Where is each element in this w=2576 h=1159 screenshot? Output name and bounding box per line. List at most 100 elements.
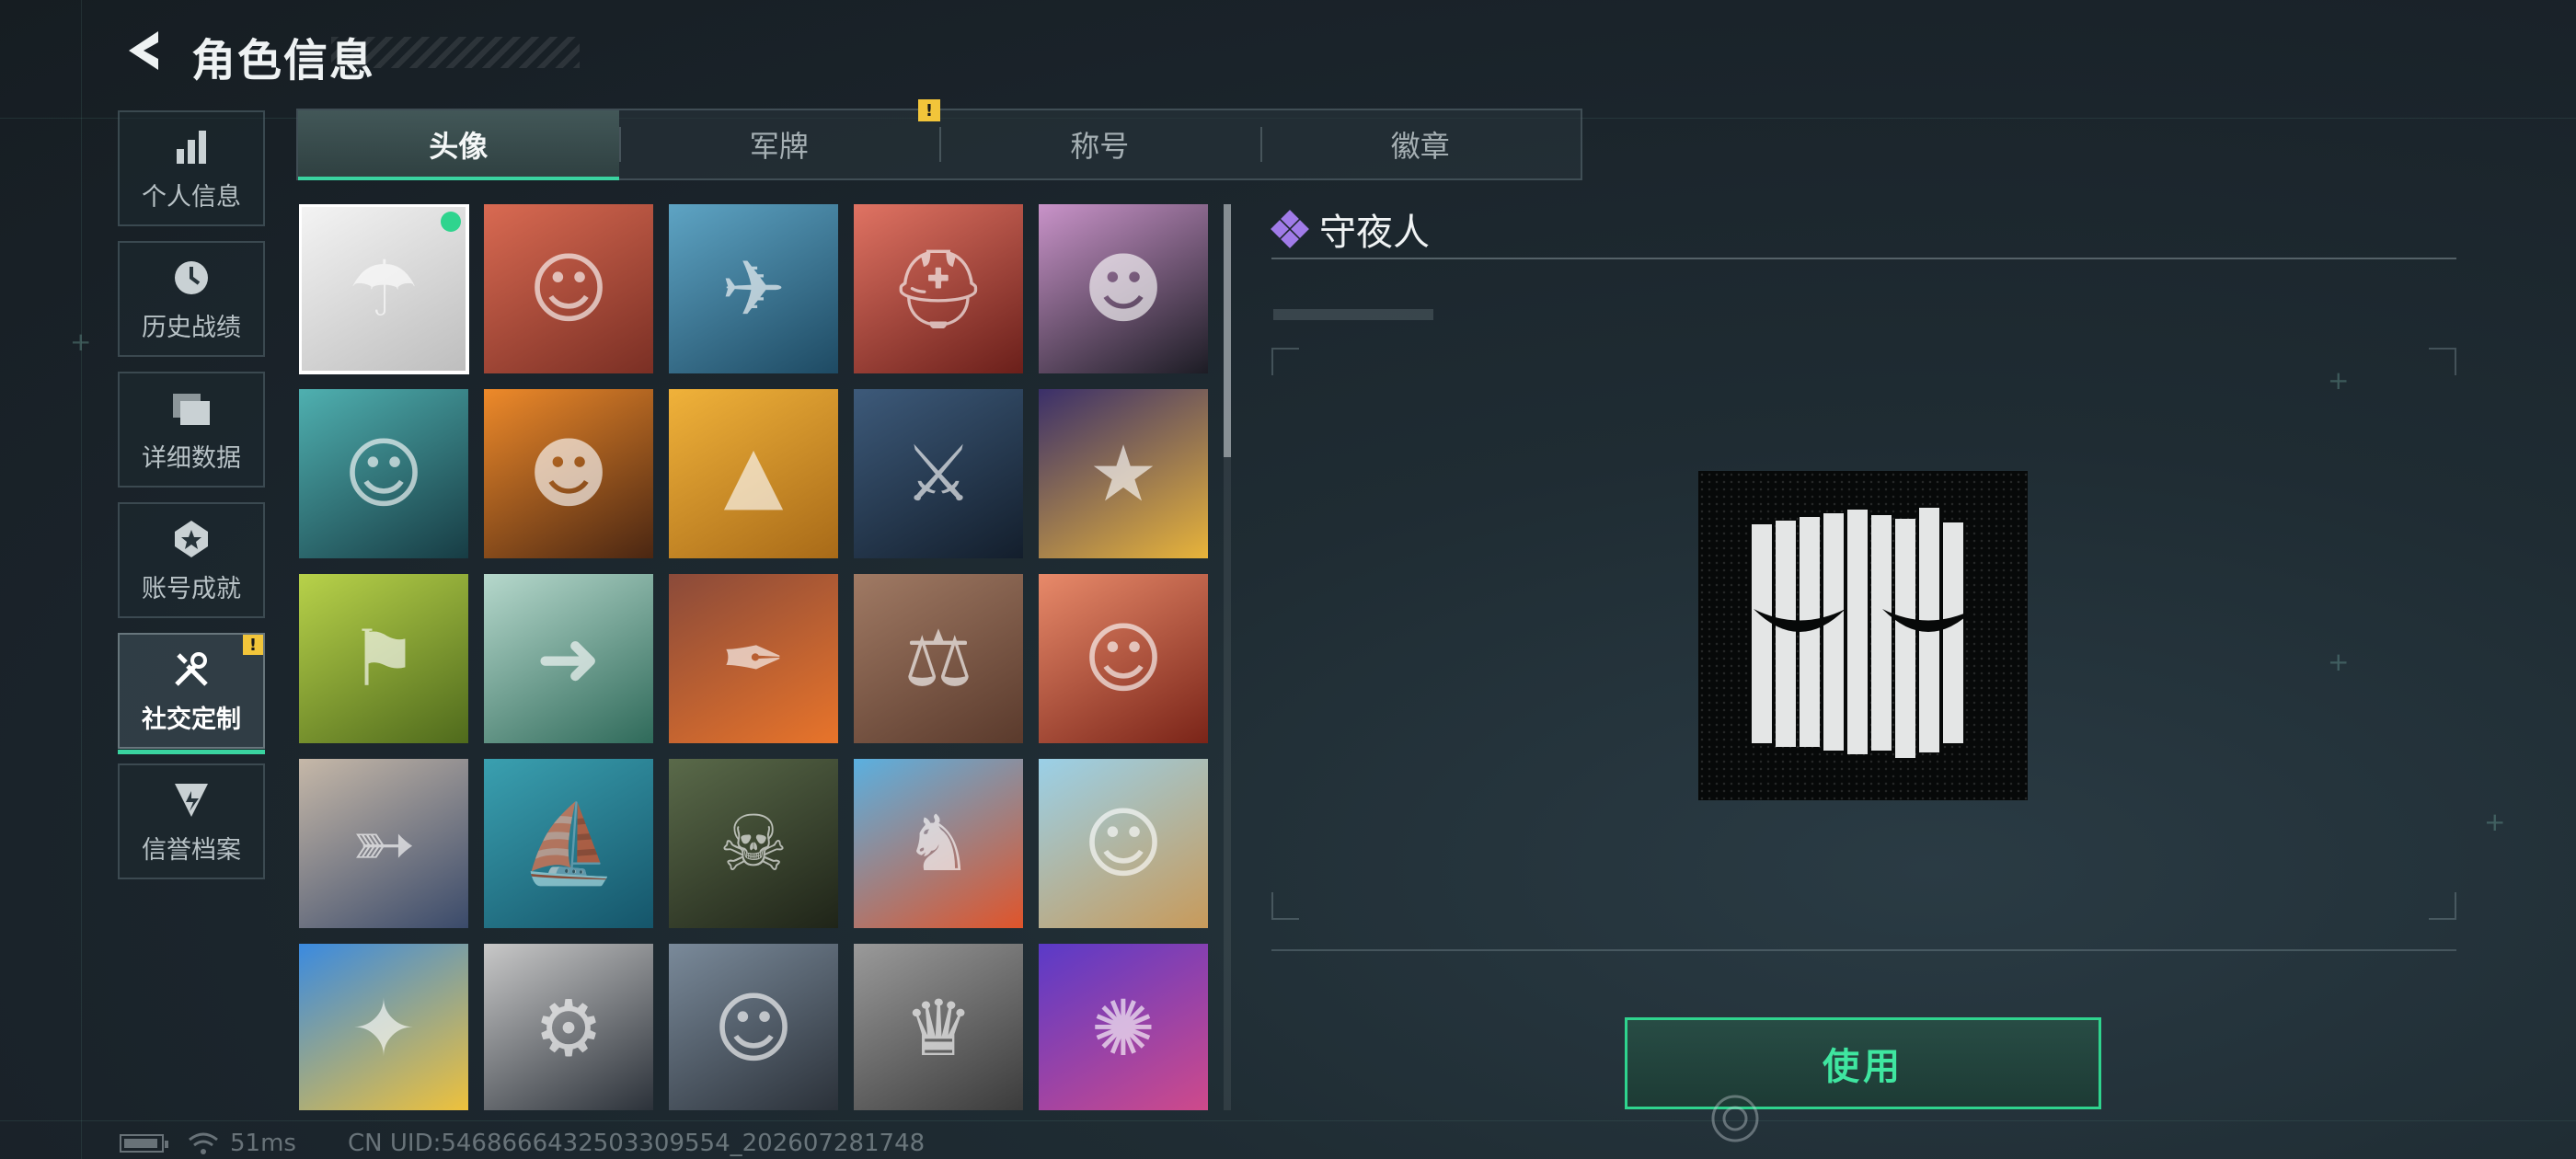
avatar-item[interactable]: ➳ <box>299 759 468 928</box>
detail-header: 守夜人 <box>1271 202 1430 256</box>
status-bar: 51ms <box>120 1130 296 1157</box>
sidebar-item-social-custom[interactable]: ! 社交定制 <box>118 633 265 754</box>
avatar-item[interactable]: ★ <box>1039 389 1208 558</box>
avatar-item[interactable]: ✺ <box>1039 944 1208 1110</box>
avatar-art-icon: ♛ <box>903 983 973 1073</box>
scrollbar-thumb[interactable] <box>1224 204 1231 457</box>
equipped-indicator <box>441 212 461 232</box>
hud-cross: + <box>2328 647 2350 677</box>
avatar-item[interactable]: ☻ <box>1039 204 1208 373</box>
grid-scrollbar[interactable] <box>1224 204 1231 1110</box>
avatar-item[interactable]: ⚙ <box>484 944 653 1110</box>
wifi-icon <box>189 1132 218 1154</box>
tab-dog-tag[interactable]: 军牌 <box>618 110 940 178</box>
tab-alert-badge: ! <box>918 99 940 121</box>
avatar-art-icon: ☂ <box>349 244 419 334</box>
night-watch-emblem-icon <box>1752 508 1974 758</box>
use-button[interactable]: 使用 <box>1625 1017 2101 1109</box>
folder-icon <box>169 386 213 430</box>
avatar-item[interactable]: ✈ <box>669 204 838 373</box>
sidebar-item-label: 社交定制 <box>142 705 241 734</box>
avatar-art-icon: ⛵ <box>520 798 617 889</box>
divider <box>1271 258 2456 259</box>
ping-text: 51ms <box>230 1130 296 1157</box>
frame-corner <box>1271 892 1299 920</box>
tools-icon <box>169 648 213 692</box>
avatar-art-icon: ☺ <box>713 983 794 1073</box>
avatar-art-icon: ➳ <box>351 798 417 889</box>
sidebar-item-history[interactable]: 历史战绩 <box>118 241 265 357</box>
sidebar-item-personal-info[interactable]: 个人信息 <box>118 110 265 226</box>
sidebar-item-label: 账号成就 <box>142 574 241 603</box>
sidebar-item-label: 信誉档案 <box>142 835 241 865</box>
avatar-art-icon: ✒ <box>720 614 787 704</box>
avatar-item[interactable]: ♛ <box>854 944 1023 1110</box>
avatar-art-icon: ⚖ <box>903 614 973 704</box>
sidebar-item-detailed-data[interactable]: 详细数据 <box>118 372 265 488</box>
avatar-art-icon: ☠ <box>719 798 788 889</box>
avatar-item[interactable]: ⚖ <box>854 574 1023 743</box>
avatar-item[interactable]: ▲ <box>669 389 838 558</box>
avatar-art-icon: ★ <box>1088 429 1158 519</box>
back-arrow-icon <box>129 31 158 70</box>
sidebar: 个人信息 历史战绩 详细数据 账号成就 ! 社交定制 信誉档案 <box>118 110 265 894</box>
sidebar-item-achievements[interactable]: 账号成就 <box>118 502 265 618</box>
avatar-art-icon: ☺ <box>1083 798 1164 889</box>
avatar-item[interactable]: ♞ <box>854 759 1023 928</box>
divider <box>1271 949 2456 951</box>
avatar-item[interactable]: ☺ <box>1039 759 1208 928</box>
avatar-art-icon: ♞ <box>903 798 973 889</box>
avatar-art-icon: ▲ <box>723 429 784 519</box>
bar-chart-icon <box>169 125 213 169</box>
sidebar-item-label: 详细数据 <box>142 443 241 473</box>
avatar-preview-image <box>1698 471 2028 800</box>
avatar-item[interactable]: ✒ <box>669 574 838 743</box>
battery-icon <box>120 1134 168 1153</box>
avatar-item[interactable]: ⚑ <box>299 574 468 743</box>
avatar-item[interactable]: ☻ <box>484 389 653 558</box>
avatar-item[interactable]: ⛵ <box>484 759 653 928</box>
tab-title[interactable]: 称号 <box>939 110 1260 178</box>
crosshair-icon <box>1708 1091 1763 1146</box>
avatar-item[interactable]: ☠ <box>669 759 838 928</box>
avatar-art-icon: ☺ <box>343 429 424 519</box>
tab-avatar[interactable]: 头像 <box>298 110 619 180</box>
hud-line <box>0 1120 2576 1121</box>
avatar-art-icon: ☻ <box>528 429 609 519</box>
avatar-item[interactable]: ✦ <box>299 944 468 1110</box>
detail-placeholder-bar <box>1273 309 1433 320</box>
avatar-item[interactable]: ➜ <box>484 574 653 743</box>
credit-shield-icon <box>169 778 213 822</box>
avatar-item[interactable]: ☺ <box>484 204 653 373</box>
avatar-grid: ☂ ☺ ✈ ⛑ ☻ ☺ ☻ ▲ ⚔ ★ ⚑ ➜ ✒ ⚖ ☺ ➳ ⛵ ☠ ♞ ☺ ✦ ⚙ ☺ ♛ ✺ <box>299 204 1219 1110</box>
avatar-art-icon: ✺ <box>1090 983 1156 1073</box>
tab-badge[interactable]: 徽章 <box>1259 110 1581 178</box>
avatar-art-icon: ⚑ <box>349 614 419 704</box>
avatar-art-icon: ✈ <box>720 244 787 334</box>
frame-corner <box>2429 892 2456 920</box>
avatar-art-icon: ✦ <box>351 983 417 1073</box>
sidebar-item-label: 个人信息 <box>142 182 241 212</box>
hud-cross: + <box>2484 807 2506 837</box>
title-decoration <box>331 37 580 68</box>
avatar-art-icon: ☻ <box>1083 244 1164 334</box>
achievement-star-icon <box>169 517 213 561</box>
avatar-item[interactable]: ☺ <box>1039 574 1208 743</box>
avatar-item[interactable]: ☂ <box>299 204 469 374</box>
avatar-art-icon: ➜ <box>535 614 602 704</box>
frame-corner <box>2429 348 2456 375</box>
frame-corner <box>1271 348 1299 375</box>
avatar-item[interactable]: ☺ <box>299 389 468 558</box>
purple-diamond-icon <box>1271 210 1309 248</box>
sidebar-item-credit[interactable]: 信誉档案 <box>118 763 265 879</box>
avatar-item[interactable]: ⚔ <box>854 389 1023 558</box>
avatar-item[interactable]: ⛑ <box>854 204 1023 373</box>
history-clock-icon <box>169 256 213 300</box>
avatar-art-icon: ⚙ <box>534 983 604 1073</box>
detail-title: 守夜人 <box>1319 212 1430 254</box>
uid-text: CN UID:5468666432503309554_202607281748 <box>348 1130 926 1157</box>
alert-badge: ! <box>243 635 263 655</box>
avatar-art-icon: ⛑ <box>889 244 988 334</box>
back-button[interactable] <box>120 28 166 74</box>
avatar-item[interactable]: ☺ <box>669 944 838 1110</box>
